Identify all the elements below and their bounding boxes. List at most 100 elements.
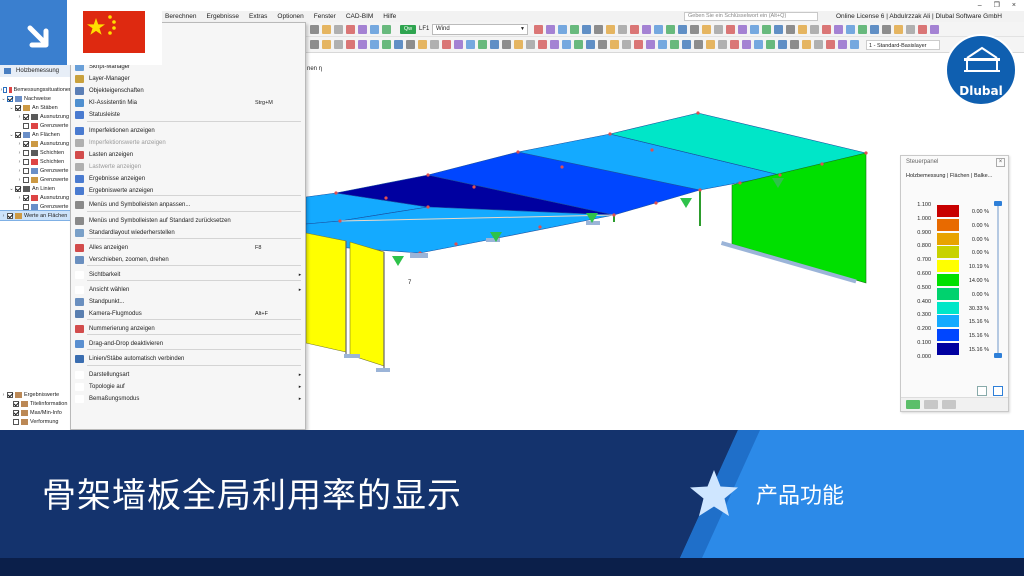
context-menu-item[interactable]: KI-Assistentin Mia Strg+M <box>71 97 305 109</box>
context-menu-item[interactable]: Imperfektionswerte anzeigen <box>71 137 305 149</box>
toolbar-tool-icon[interactable] <box>334 25 343 34</box>
navigator-item[interactable]: › Ausnutzung <box>16 112 71 121</box>
checkbox[interactable] <box>15 185 21 192</box>
toolbar-tool-icon[interactable] <box>598 40 607 49</box>
search-input[interactable]: Geben Sie ein Schlüsselwort ein (Alt+Q) <box>684 12 818 21</box>
toolbar-tool-icon[interactable] <box>858 25 867 34</box>
checkbox[interactable] <box>15 104 21 111</box>
legend-slider-handle-top[interactable] <box>994 201 1002 206</box>
checkbox[interactable] <box>2 86 7 93</box>
toolbar-tool-icon[interactable] <box>346 40 355 49</box>
toolbar-tool-icon[interactable] <box>790 40 799 49</box>
navigator-item[interactable]: Verformung <box>6 417 71 426</box>
checkbox[interactable] <box>13 418 19 425</box>
toolbar-tool-icon[interactable] <box>610 40 619 49</box>
toolbar-tool-icon[interactable] <box>754 40 763 49</box>
toolbar-tool-icon[interactable] <box>546 25 555 34</box>
context-menu-item[interactable]: Imperfektionen anzeigen <box>71 125 305 137</box>
expand-toggle-icon[interactable]: › <box>16 114 23 120</box>
toolbar-tool-icon[interactable] <box>622 40 631 49</box>
toolbar-tool-icon[interactable] <box>870 25 879 34</box>
toolbar-tool-icon[interactable] <box>930 25 939 34</box>
close-window-button[interactable]: × <box>1012 0 1016 11</box>
toolbar-tool-icon[interactable] <box>586 40 595 49</box>
toolbar-tool-icon[interactable] <box>370 25 379 34</box>
checkbox[interactable] <box>23 149 29 156</box>
toolbar-tool-icon[interactable] <box>666 25 675 34</box>
toolbar-tool-icon[interactable] <box>634 40 643 49</box>
tab-display-icon[interactable] <box>906 400 920 409</box>
toolbar-tool-icon[interactable] <box>406 40 415 49</box>
toolbar-tool-icon[interactable] <box>582 25 591 34</box>
checkbox[interactable] <box>13 409 19 416</box>
panel-legend-button[interactable] <box>993 386 1003 396</box>
toolbar-tool-icon[interactable] <box>814 40 823 49</box>
context-menu-item[interactable]: Menüs und Symbolleisten auf Standard zur… <box>71 215 305 227</box>
navigator-item[interactable]: Grenzwerte <box>16 121 71 130</box>
navigator-item[interactable]: › Ausnutzung <box>16 139 71 148</box>
expand-toggle-icon[interactable]: › <box>16 159 23 165</box>
checkbox[interactable] <box>7 391 13 398</box>
toolbar-tool-icon[interactable] <box>654 25 663 34</box>
navigator-item[interactable]: Max/Min-Info <box>6 408 71 417</box>
toolbar-tool-icon[interactable] <box>742 40 751 49</box>
toolbar-tool-icon[interactable] <box>502 40 511 49</box>
toolbar-tool-icon[interactable] <box>454 40 463 49</box>
toolbar-tool-icon[interactable] <box>310 40 319 49</box>
toolbar-tool-icon[interactable] <box>570 25 579 34</box>
toolbar-tool-icon[interactable] <box>882 25 891 34</box>
toolbar-tool-icon[interactable] <box>478 40 487 49</box>
toolbar-tool-icon[interactable] <box>550 40 559 49</box>
navigator-item[interactable]: › Grenzwerte <box>16 166 71 175</box>
expand-toggle-icon[interactable]: › <box>16 150 23 156</box>
navigator-item[interactable]: › Grenzwerte <box>16 175 71 184</box>
restore-button[interactable]: ❐ <box>994 0 1000 11</box>
menu-item[interactable]: Fenster <box>309 11 341 22</box>
toolbar-tool-icon[interactable] <box>766 40 775 49</box>
toolbar-tool-icon[interactable] <box>322 25 331 34</box>
navigator-item[interactable]: › Ergebniswerte <box>0 390 70 399</box>
context-menu-item[interactable]: Layer-Manager <box>71 73 305 85</box>
toolbar-tool-icon[interactable] <box>750 25 759 34</box>
toolbar-tool-icon[interactable] <box>726 25 735 34</box>
toolbar-tool-icon[interactable] <box>690 25 699 34</box>
toolbar-tool-icon[interactable] <box>418 40 427 49</box>
toolbar-tool-icon[interactable] <box>334 40 343 49</box>
toolbar-tool-icon[interactable] <box>534 25 543 34</box>
toolbar-tool-icon[interactable] <box>490 40 499 49</box>
menu-item[interactable]: Hilfe <box>378 11 401 22</box>
toolbar-tool-icon[interactable] <box>442 40 451 49</box>
context-menu-item[interactable]: Menüs und Symbolleisten anpassen... <box>71 199 305 211</box>
toolbar-tool-icon[interactable] <box>630 25 639 34</box>
toolbar-tool-icon[interactable] <box>802 40 811 49</box>
minimize-button[interactable]: – <box>978 0 982 11</box>
toolbar-tool-icon[interactable] <box>850 40 859 49</box>
checkbox[interactable] <box>23 167 29 174</box>
tab-filter-icon[interactable] <box>924 400 938 409</box>
toolbar-tool-icon[interactable] <box>826 40 835 49</box>
toolbar-tool-icon[interactable] <box>646 40 655 49</box>
toolbar-tool-icon[interactable] <box>322 40 331 49</box>
expand-toggle-icon[interactable]: › <box>16 195 23 201</box>
navigator-item[interactable]: › Schichten <box>16 157 71 166</box>
toolbar-tool-icon[interactable] <box>822 25 831 34</box>
checkbox[interactable] <box>23 194 29 201</box>
toolbar-tool-icon[interactable] <box>834 25 843 34</box>
toolbar-tool-icon[interactable] <box>562 40 571 49</box>
menu-item[interactable]: Extras <box>244 11 272 22</box>
toolbar-tool-icon[interactable] <box>346 25 355 34</box>
toolbar-tool-icon[interactable] <box>670 40 679 49</box>
context-menu-item[interactable]: Ansicht wählen ▸ <box>71 284 305 296</box>
toolbar-tool-icon[interactable] <box>370 40 379 49</box>
menu-item[interactable]: Berechnen <box>160 11 201 22</box>
context-menu-item[interactable]: Alles anzeigen F8 <box>71 242 305 254</box>
context-menu-item[interactable]: Statusleiste <box>71 109 305 121</box>
load-case-select[interactable]: Wind ▼ <box>432 24 528 35</box>
checkbox[interactable] <box>23 158 29 165</box>
expand-toggle-icon[interactable]: › <box>16 141 23 147</box>
context-menu-item[interactable]: Topologie auf ▸ <box>71 381 305 393</box>
checkbox[interactable] <box>13 400 19 407</box>
toolbar-tool-icon[interactable] <box>706 40 715 49</box>
navigator-item[interactable]: › Schichten <box>16 148 71 157</box>
toolbar-tool-icon[interactable] <box>682 40 691 49</box>
